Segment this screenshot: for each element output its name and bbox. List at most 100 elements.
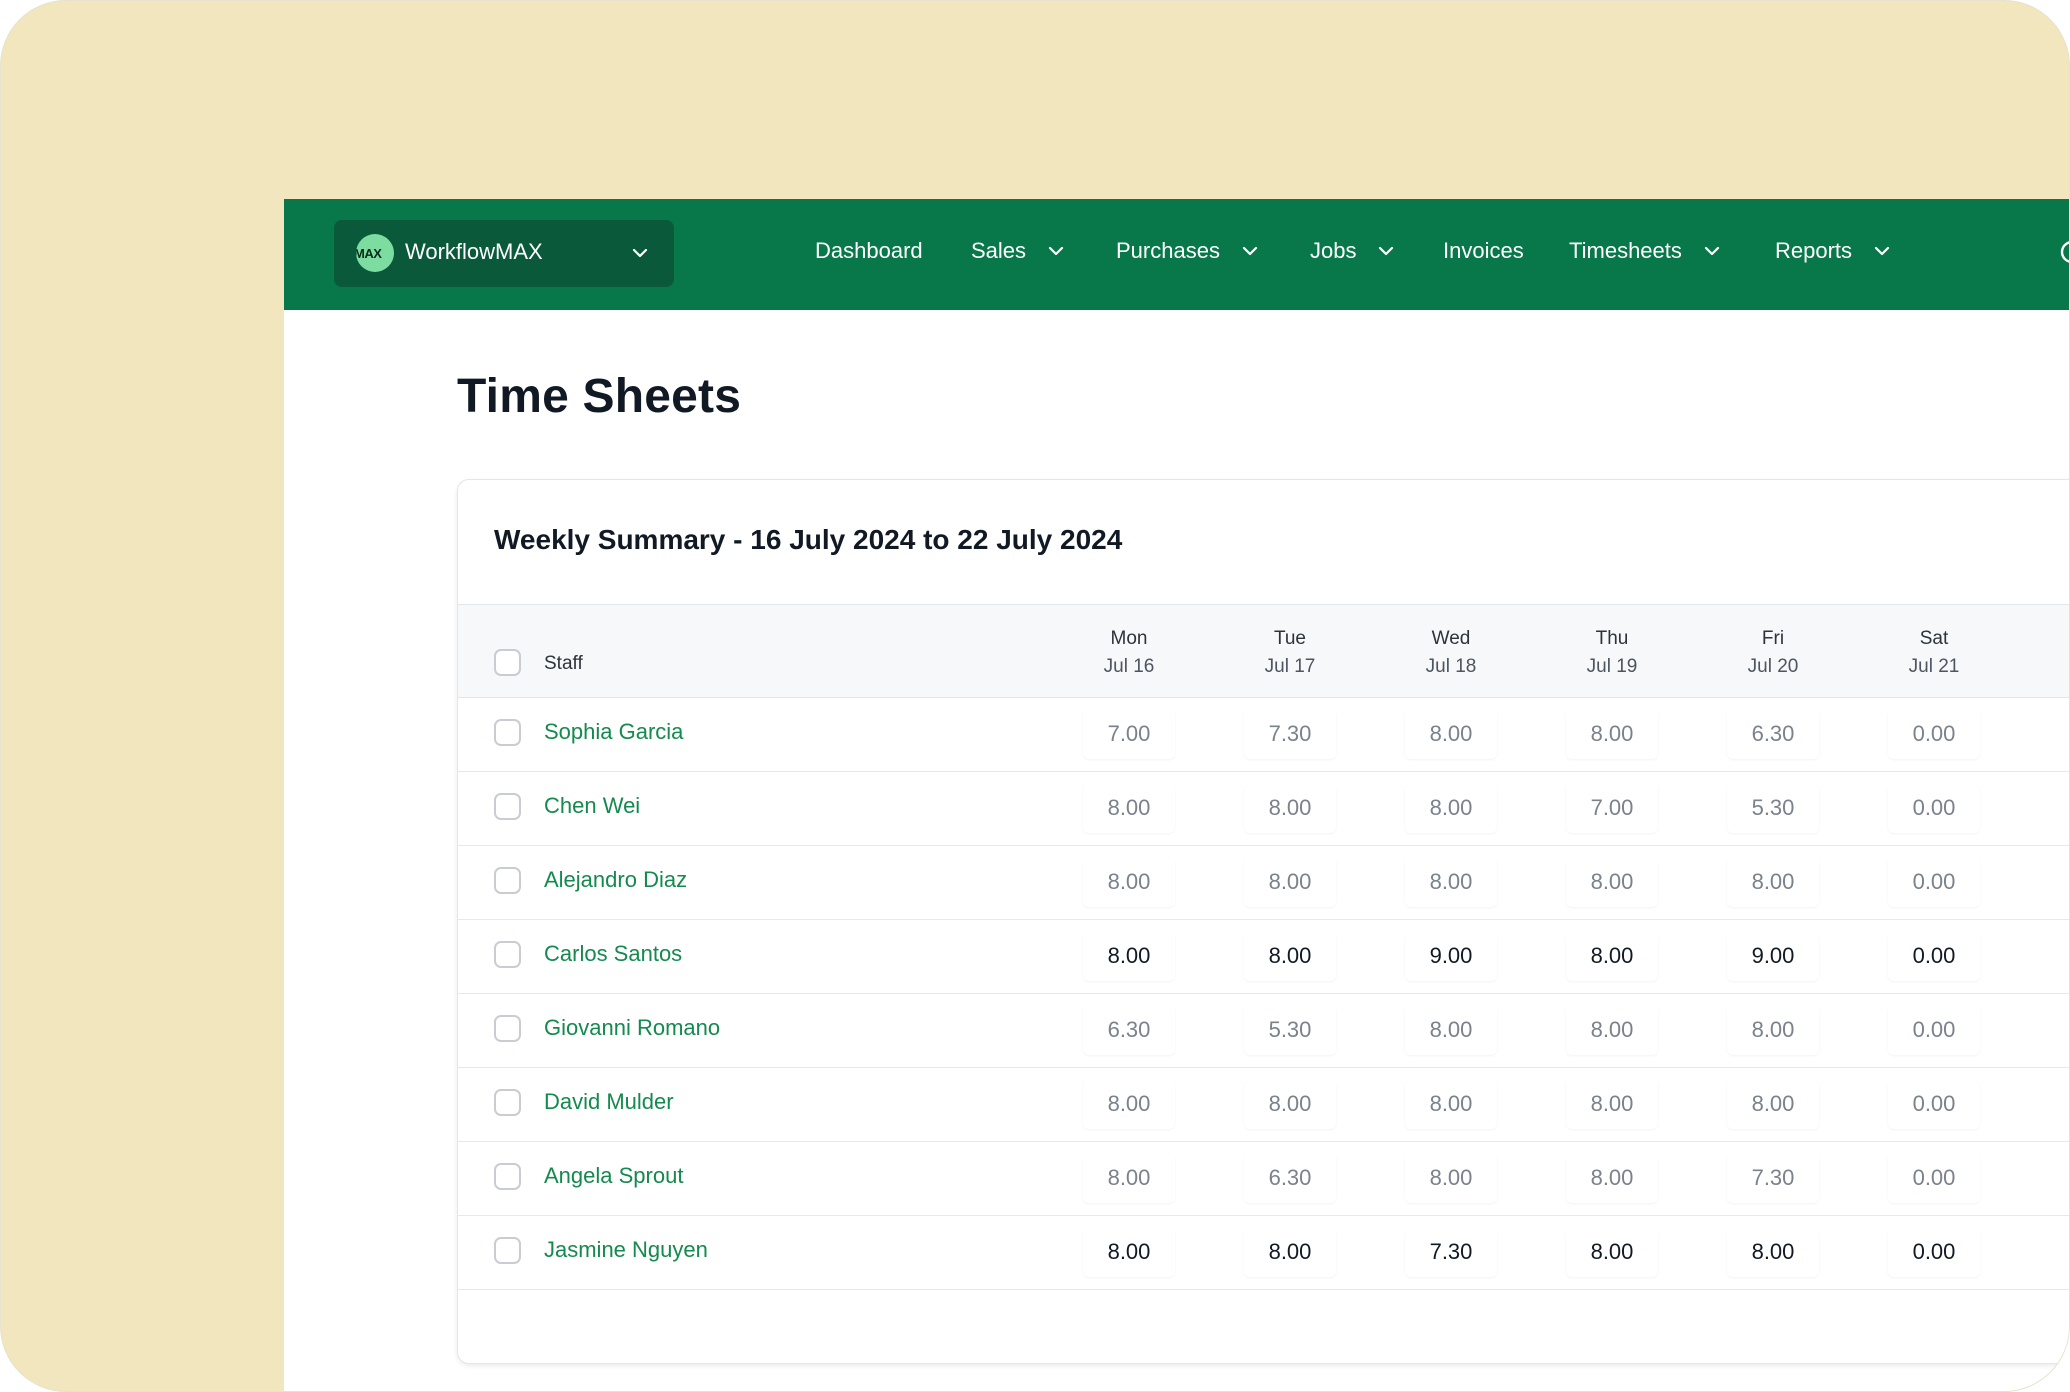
nav-item-reports[interactable]: Reports <box>1775 227 1892 275</box>
hours-cell[interactable]: 8.00 <box>1405 857 1497 907</box>
hours-cell[interactable]: 0.00 <box>1888 1227 1980 1277</box>
workflowmax-logo: MAX <box>356 234 394 272</box>
nav-item-dashboard[interactable]: Dashboard <box>815 227 923 275</box>
hours-cell[interactable]: 8.00 <box>1566 1227 1658 1277</box>
hours-cell[interactable]: 8.00 <box>1244 857 1336 907</box>
nav-item-timesheets[interactable]: Timesheets <box>1569 227 1722 275</box>
row-checkbox[interactable] <box>494 1163 521 1190</box>
outer-frame: MAX WorkflowMAX Dashboard Sales Purchase… <box>0 0 2070 1392</box>
staff-name-link[interactable]: Giovanni Romano <box>544 1015 720 1041</box>
hours-cell[interactable]: 8.00 <box>1083 1227 1175 1277</box>
hours-cell[interactable]: 8.00 <box>1566 931 1658 981</box>
nav-item-jobs[interactable]: Jobs <box>1310 227 1396 275</box>
staff-name-link[interactable]: Angela Sprout <box>544 1163 683 1189</box>
hours-cell[interactable]: 0.00 <box>1888 1153 1980 1203</box>
hours-cell[interactable]: 8.00 <box>1727 1227 1819 1277</box>
column-header-fri[interactable]: Fri Jul 20 <box>1713 625 1833 681</box>
nav-item-label: Invoices <box>1443 238 1524 263</box>
hours-cell[interactable]: 8.00 <box>1244 783 1336 833</box>
chevron-down-icon <box>1379 246 1394 256</box>
hours-cell[interactable]: 9.00 <box>1405 931 1497 981</box>
hours-cell[interactable]: 5.30 <box>1727 783 1819 833</box>
select-all-checkbox[interactable] <box>494 649 521 676</box>
hours-cell[interactable]: 0.00 <box>1888 709 1980 759</box>
hours-cell[interactable]: 8.00 <box>1727 857 1819 907</box>
hours-cell[interactable]: 8.00 <box>1566 1153 1658 1203</box>
organization-switcher[interactable]: MAX WorkflowMAX <box>334 220 674 287</box>
page-title: Time Sheets <box>457 370 742 423</box>
hours-cell[interactable]: 0.00 <box>1888 857 1980 907</box>
hours-cell[interactable]: 7.00 <box>1566 783 1658 833</box>
staff-name-link[interactable]: Jasmine Nguyen <box>544 1237 708 1263</box>
column-header-sat[interactable]: Sat Jul 21 <box>1874 625 1994 681</box>
chevron-down-icon <box>1048 246 1064 256</box>
nav-item-label: Purchases <box>1116 238 1220 263</box>
table-row: Jasmine Nguyen 8.00 8.00 7.30 8.00 8.00 … <box>458 1215 2069 1290</box>
row-checkbox[interactable] <box>494 1015 521 1042</box>
hours-cell[interactable]: 8.00 <box>1566 857 1658 907</box>
hours-cell[interactable]: 8.00 <box>1405 1005 1497 1055</box>
hours-cell[interactable]: 8.00 <box>1405 783 1497 833</box>
column-header-thu[interactable]: Thu Jul 19 <box>1552 625 1672 681</box>
column-header-wed[interactable]: Wed Jul 18 <box>1391 625 1511 681</box>
hours-cell[interactable]: 8.00 <box>1566 1079 1658 1129</box>
day-date: Jul 21 <box>1908 656 1960 677</box>
hours-cell[interactable]: 5.30 <box>1244 1005 1336 1055</box>
hours-cell[interactable]: 8.00 <box>1405 709 1497 759</box>
table-header: Staff Mon Jul 16 Tue Jul 17 Wed Jul 18 T… <box>458 604 2069 698</box>
row-checkbox[interactable] <box>494 941 521 968</box>
staff-name-link[interactable]: Carlos Santos <box>544 941 682 967</box>
top-navigation-bar: MAX WorkflowMAX Dashboard Sales Purchase… <box>284 199 2070 310</box>
row-checkbox[interactable] <box>494 719 521 746</box>
hours-cell[interactable]: 8.00 <box>1083 1153 1175 1203</box>
nav-item-label: Dashboard <box>815 238 923 263</box>
day-name: Tue <box>1273 628 1307 649</box>
column-header-tue[interactable]: Tue Jul 17 <box>1230 625 1350 681</box>
hours-cell[interactable]: 8.00 <box>1727 1005 1819 1055</box>
logo-text: MAX <box>356 246 382 261</box>
hours-cell[interactable]: 8.00 <box>1083 857 1175 907</box>
hours-cell[interactable]: 8.00 <box>1083 1079 1175 1129</box>
nav-item-sales[interactable]: Sales <box>971 227 1066 275</box>
column-header-mon[interactable]: Mon Jul 16 <box>1069 625 1189 681</box>
hours-cell[interactable]: 7.00 <box>1083 709 1175 759</box>
search-icon[interactable] <box>2058 239 2070 269</box>
hours-cell[interactable]: 0.00 <box>1888 931 1980 981</box>
hours-cell[interactable]: 6.30 <box>1727 709 1819 759</box>
row-checkbox[interactable] <box>494 867 521 894</box>
table-row: David Mulder 8.00 8.00 8.00 8.00 8.00 0.… <box>458 1067 2069 1142</box>
nav-item-purchases[interactable]: Purchases <box>1116 227 1260 275</box>
hours-cell[interactable]: 7.30 <box>1727 1153 1819 1203</box>
hours-cell[interactable]: 0.00 <box>1888 1005 1980 1055</box>
day-name: Wed <box>1431 628 1471 649</box>
day-date: Jul 20 <box>1747 656 1799 677</box>
hours-cell[interactable]: 9.00 <box>1727 931 1819 981</box>
hours-cell[interactable]: 0.00 <box>1888 783 1980 833</box>
hours-cell[interactable]: 8.00 <box>1566 1005 1658 1055</box>
hours-cell[interactable]: 8.00 <box>1566 709 1658 759</box>
hours-cell[interactable]: 8.00 <box>1727 1079 1819 1129</box>
row-checkbox[interactable] <box>494 1237 521 1264</box>
hours-cell[interactable]: 8.00 <box>1405 1079 1497 1129</box>
row-checkbox[interactable] <box>494 1089 521 1116</box>
chevron-down-icon <box>1242 246 1258 256</box>
staff-name-link[interactable]: Alejandro Diaz <box>544 867 687 893</box>
nav-item-invoices[interactable]: Invoices <box>1443 227 1524 275</box>
hours-cell[interactable]: 8.00 <box>1405 1153 1497 1203</box>
hours-cell[interactable]: 8.00 <box>1244 931 1336 981</box>
hours-cell[interactable]: 0.00 <box>1888 1079 1980 1129</box>
hours-cell[interactable]: 8.00 <box>1083 783 1175 833</box>
staff-name-link[interactable]: Chen Wei <box>544 793 640 819</box>
column-header-staff: Staff <box>544 653 583 674</box>
day-date: Jul 17 <box>1264 656 1316 677</box>
hours-cell[interactable]: 7.30 <box>1244 709 1336 759</box>
staff-name-link[interactable]: Sophia Garcia <box>544 719 683 745</box>
hours-cell[interactable]: 7.30 <box>1405 1227 1497 1277</box>
hours-cell[interactable]: 8.00 <box>1244 1079 1336 1129</box>
row-checkbox[interactable] <box>494 793 521 820</box>
hours-cell[interactable]: 6.30 <box>1083 1005 1175 1055</box>
hours-cell[interactable]: 8.00 <box>1244 1227 1336 1277</box>
hours-cell[interactable]: 6.30 <box>1244 1153 1336 1203</box>
staff-name-link[interactable]: David Mulder <box>544 1089 674 1115</box>
hours-cell[interactable]: 8.00 <box>1083 931 1175 981</box>
